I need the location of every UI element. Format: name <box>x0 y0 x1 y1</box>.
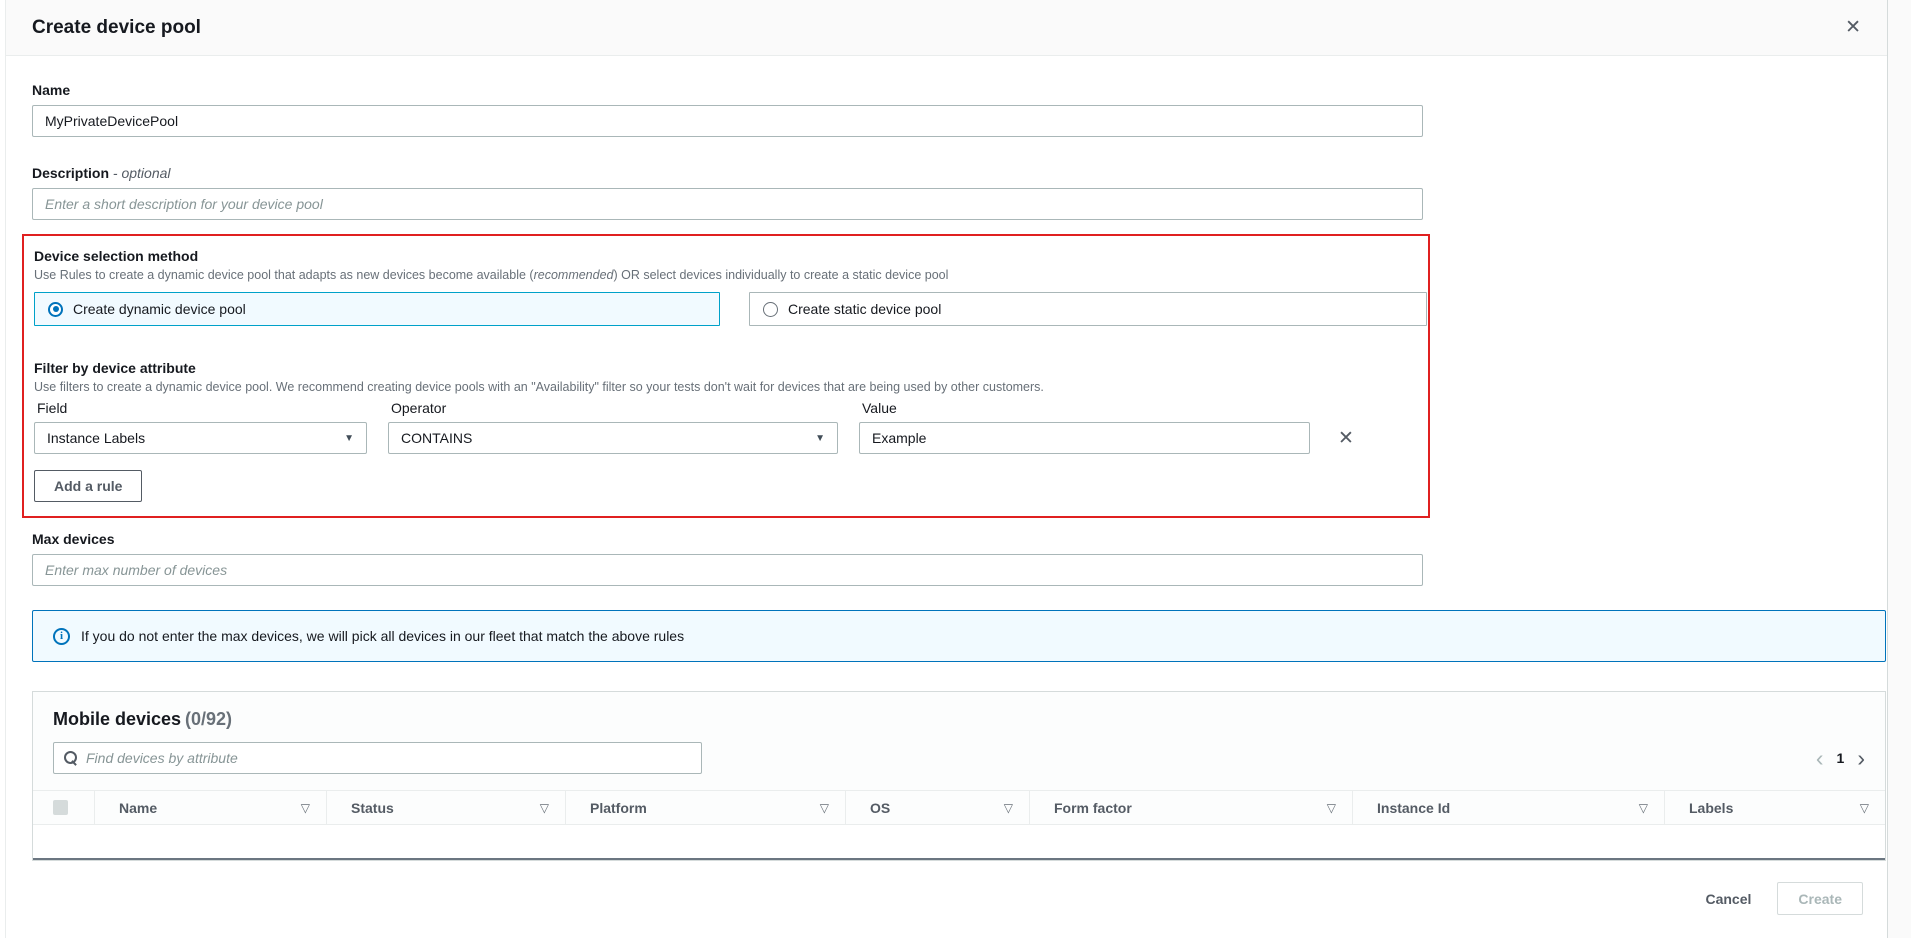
cancel-button[interactable]: Cancel <box>1705 891 1751 907</box>
column-header-status[interactable]: Status ▽ <box>326 791 565 824</box>
filter-help: Use filters to create a dynamic device p… <box>34 380 1428 394</box>
column-filter-icon[interactable]: ▽ <box>540 801 549 815</box>
name-field-group: Name <box>32 82 1887 137</box>
modal-footer: Cancel Create <box>32 861 1887 915</box>
device-selection-method-label: Device selection method <box>34 248 1428 264</box>
description-optional-suffix: - optional <box>113 165 171 181</box>
filter-by-device-attribute-label: Filter by device attribute <box>34 360 1428 376</box>
column-filter-icon[interactable]: ▽ <box>820 801 829 815</box>
description-field-group: Description - optional <box>32 165 1887 220</box>
mobile-devices-card: Mobile devices (0/92) ‹ 1 › <box>32 691 1886 861</box>
chevron-down-icon: ▼ <box>344 433 354 444</box>
column-filter-icon[interactable]: ▽ <box>1327 801 1336 815</box>
device-selection-method-help: Use Rules to create a dynamic device poo… <box>34 268 1428 282</box>
option-create-dynamic-device-pool[interactable]: Create dynamic device pool <box>34 292 720 326</box>
description-label: Description <box>32 165 109 181</box>
column-header-form-factor[interactable]: Form factor ▽ <box>1029 791 1352 824</box>
next-page-icon[interactable]: › <box>1857 747 1865 770</box>
mobile-devices-title: Mobile devices <box>53 709 181 729</box>
add-a-rule-button[interactable]: Add a rule <box>34 470 142 502</box>
max-devices-label: Max devices <box>32 531 1887 547</box>
mobile-devices-heading: Mobile devices (0/92) <box>53 709 1865 730</box>
column-filter-icon[interactable]: ▽ <box>1639 801 1648 815</box>
create-device-pool-modal: Create device pool ✕ Name Description - … <box>5 0 1887 938</box>
option-create-static-device-pool[interactable]: Create static device pool <box>749 292 1427 326</box>
info-banner-text: If you do not enter the max devices, we … <box>81 628 684 644</box>
close-icon[interactable]: ✕ <box>1845 18 1861 37</box>
search-icon <box>64 751 78 765</box>
checkbox-disabled-icon[interactable] <box>53 800 68 815</box>
value-label: Value <box>862 400 1310 416</box>
device-selection-options: Create dynamic device pool Create static… <box>34 292 1428 326</box>
table-header-row: Name ▽ Status ▽ Platform ▽ OS ▽ Form fac… <box>33 790 1885 825</box>
device-search-box[interactable] <box>53 742 702 774</box>
value-input[interactable] <box>859 422 1310 454</box>
column-header-platform[interactable]: Platform ▽ <box>565 791 845 824</box>
name-label: Name <box>32 82 1887 98</box>
max-devices-field-group: Max devices <box>32 531 1887 586</box>
info-icon: i <box>53 628 70 645</box>
column-header-name[interactable]: Name ▽ <box>94 791 326 824</box>
pagination: ‹ 1 › <box>1816 747 1865 770</box>
description-input[interactable] <box>32 188 1423 220</box>
field-select[interactable]: Instance Labels ▼ <box>34 422 367 454</box>
radio-unselected-icon[interactable] <box>763 302 778 317</box>
column-header-instance-id[interactable]: Instance Id ▽ <box>1352 791 1664 824</box>
previous-page-icon[interactable]: ‹ <box>1816 747 1824 770</box>
page-title: Create device pool <box>32 17 201 39</box>
filter-rule-row: Field Instance Labels ▼ Operator CONTAIN… <box>34 400 1428 454</box>
field-label: Field <box>37 400 367 416</box>
column-filter-icon[interactable]: ▽ <box>301 801 310 815</box>
page-right-gutter <box>1887 0 1911 938</box>
modal-body: Name Description - optional Device selec… <box>6 56 1887 915</box>
option-static-label: Create static device pool <box>788 301 941 317</box>
chevron-down-icon: ▼ <box>815 433 825 444</box>
max-devices-input[interactable] <box>32 554 1423 586</box>
annotation-highlight-box: Device selection method Use Rules to cre… <box>22 234 1430 518</box>
name-input[interactable] <box>32 105 1423 137</box>
remove-rule-icon[interactable]: ✕ <box>1338 422 1354 454</box>
column-header-labels[interactable]: Labels ▽ <box>1664 791 1885 824</box>
operator-select[interactable]: CONTAINS ▼ <box>388 422 838 454</box>
select-all-checkbox-cell <box>33 791 94 824</box>
info-banner: i If you do not enter the max devices, w… <box>32 610 1886 662</box>
radio-selected-icon[interactable] <box>48 302 63 317</box>
create-button[interactable]: Create <box>1777 882 1863 915</box>
column-header-os[interactable]: OS ▽ <box>845 791 1029 824</box>
operator-label: Operator <box>391 400 838 416</box>
operator-select-value: CONTAINS <box>401 430 472 446</box>
option-dynamic-label: Create dynamic device pool <box>73 301 246 317</box>
column-filter-icon[interactable]: ▽ <box>1004 801 1013 815</box>
modal-header: Create device pool ✕ <box>6 0 1887 56</box>
table-empty-body <box>33 825 1885 860</box>
mobile-devices-count: (0/92) <box>185 709 232 729</box>
search-input[interactable] <box>86 750 691 766</box>
column-filter-icon[interactable]: ▽ <box>1860 801 1869 815</box>
field-select-value: Instance Labels <box>47 430 145 446</box>
current-page-number[interactable]: 1 <box>1837 750 1845 766</box>
